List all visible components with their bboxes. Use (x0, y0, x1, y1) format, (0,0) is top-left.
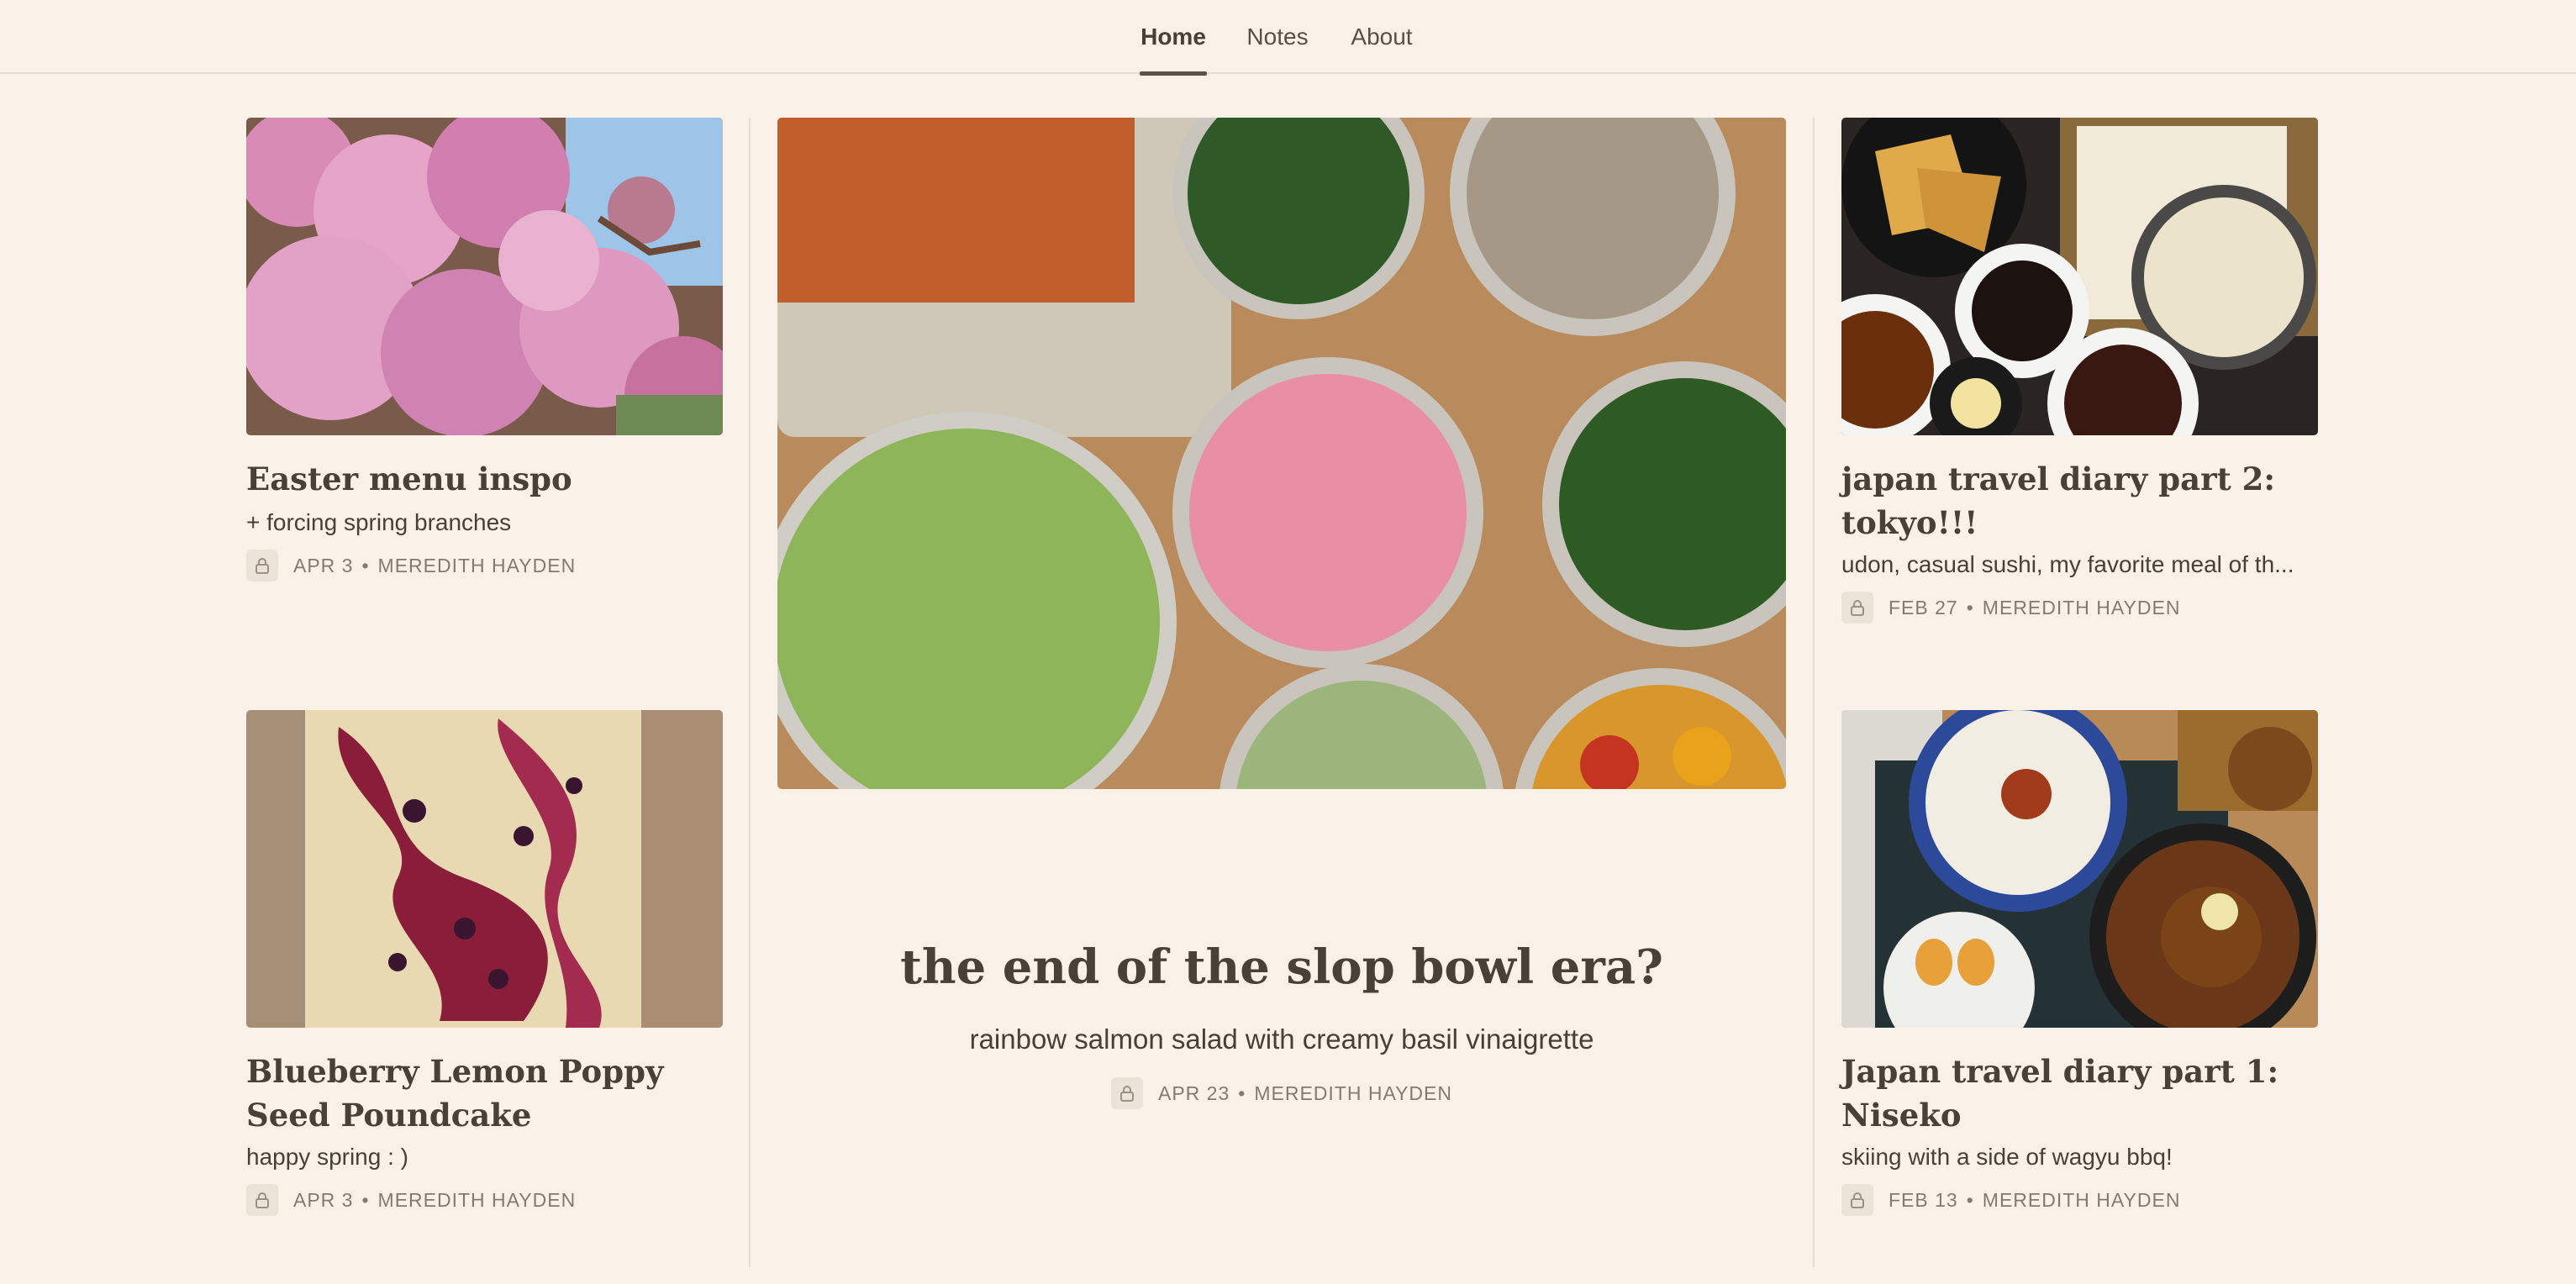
post-meta: APR 3 • MEREDITH HAYDEN (246, 550, 576, 581)
lock-icon (246, 550, 278, 581)
featured-post-meta: APR 23 • MEREDITH HAYDEN (777, 1077, 1786, 1109)
post-subtitle: + forcing spring branches (246, 509, 512, 535)
post-author[interactable]: MEREDITH HAYDEN (378, 1189, 577, 1212)
column-divider-right (1813, 118, 1815, 1267)
column-divider-left (749, 118, 751, 1267)
post-author[interactable]: MEREDITH HAYDEN (1983, 1189, 2181, 1212)
ramen-tray-photo[interactable] (1841, 710, 2318, 1028)
post-meta: FEB 27 • MEREDITH HAYDEN (1841, 592, 2180, 624)
meta-separator: • (361, 1188, 370, 1211)
tab-notes[interactable]: Notes (1244, 0, 1311, 74)
meta-separator: • (1966, 1188, 1974, 1211)
tab-about[interactable]: About (1348, 0, 1415, 74)
meta-separator: • (1238, 1081, 1246, 1104)
post-date: APR 3 (293, 554, 354, 576)
featured-post-title[interactable]: the end of the slop bowl era? (777, 939, 1786, 995)
post-card-tokyo[interactable]: japan travel diary part 2: tokyo!!! udon… (1841, 118, 2318, 639)
meta-separator: • (1966, 596, 1974, 618)
post-card-niseko[interactable]: Japan travel diary part 1: Niseko skiing… (1841, 710, 2318, 1231)
post-author[interactable]: MEREDITH HAYDEN (378, 555, 577, 577)
blueberry-poundcake-photo[interactable] (246, 710, 723, 1028)
post-subtitle: udon, casual sushi, my favorite meal of … (1841, 551, 2294, 577)
post-author[interactable]: MEREDITH HAYDEN (1983, 597, 2181, 619)
salmon-salad-bowls-photo[interactable] (777, 118, 1786, 789)
featured-post-subtitle: rainbow salmon salad with creamy basil v… (969, 1024, 1594, 1055)
top-nav: Home Notes About (0, 0, 2576, 76)
post-card-easter[interactable]: Easter menu inspo + forcing spring branc… (246, 118, 723, 588)
post-date: APR 23 (1158, 1081, 1230, 1104)
post-date: FEB 27 (1889, 596, 1958, 618)
lock-icon (1841, 592, 1873, 624)
post-title[interactable]: Japan travel diary part 1: Niseko (1841, 1050, 2318, 1137)
post-date: APR 3 (293, 1188, 354, 1211)
tab-home[interactable]: Home (1140, 0, 1207, 76)
post-card-poundcake[interactable]: Blueberry Lemon Poppy Seed Poundcake hap… (246, 710, 723, 1231)
post-subtitle: skiing with a side of wagyu bbq! (1841, 1144, 2173, 1170)
lock-icon (1111, 1077, 1143, 1109)
meta-separator: • (361, 554, 370, 576)
lock-icon (1841, 1184, 1873, 1216)
post-date: FEB 13 (1889, 1188, 1958, 1211)
udon-tempura-photo[interactable] (1841, 118, 2318, 435)
post-meta: APR 3 • MEREDITH HAYDEN (246, 1184, 576, 1216)
pink-blossoms-photo[interactable] (246, 118, 723, 435)
post-title[interactable]: Easter menu inspo (246, 457, 723, 501)
post-title[interactable]: japan travel diary part 2: tokyo!!! (1841, 457, 2318, 545)
post-meta: FEB 13 • MEREDITH HAYDEN (1841, 1184, 2180, 1216)
post-author[interactable]: MEREDITH HAYDEN (1254, 1082, 1452, 1105)
post-subtitle: happy spring : ) (246, 1144, 408, 1170)
post-title[interactable]: Blueberry Lemon Poppy Seed Poundcake (246, 1050, 723, 1137)
lock-icon (246, 1184, 278, 1216)
